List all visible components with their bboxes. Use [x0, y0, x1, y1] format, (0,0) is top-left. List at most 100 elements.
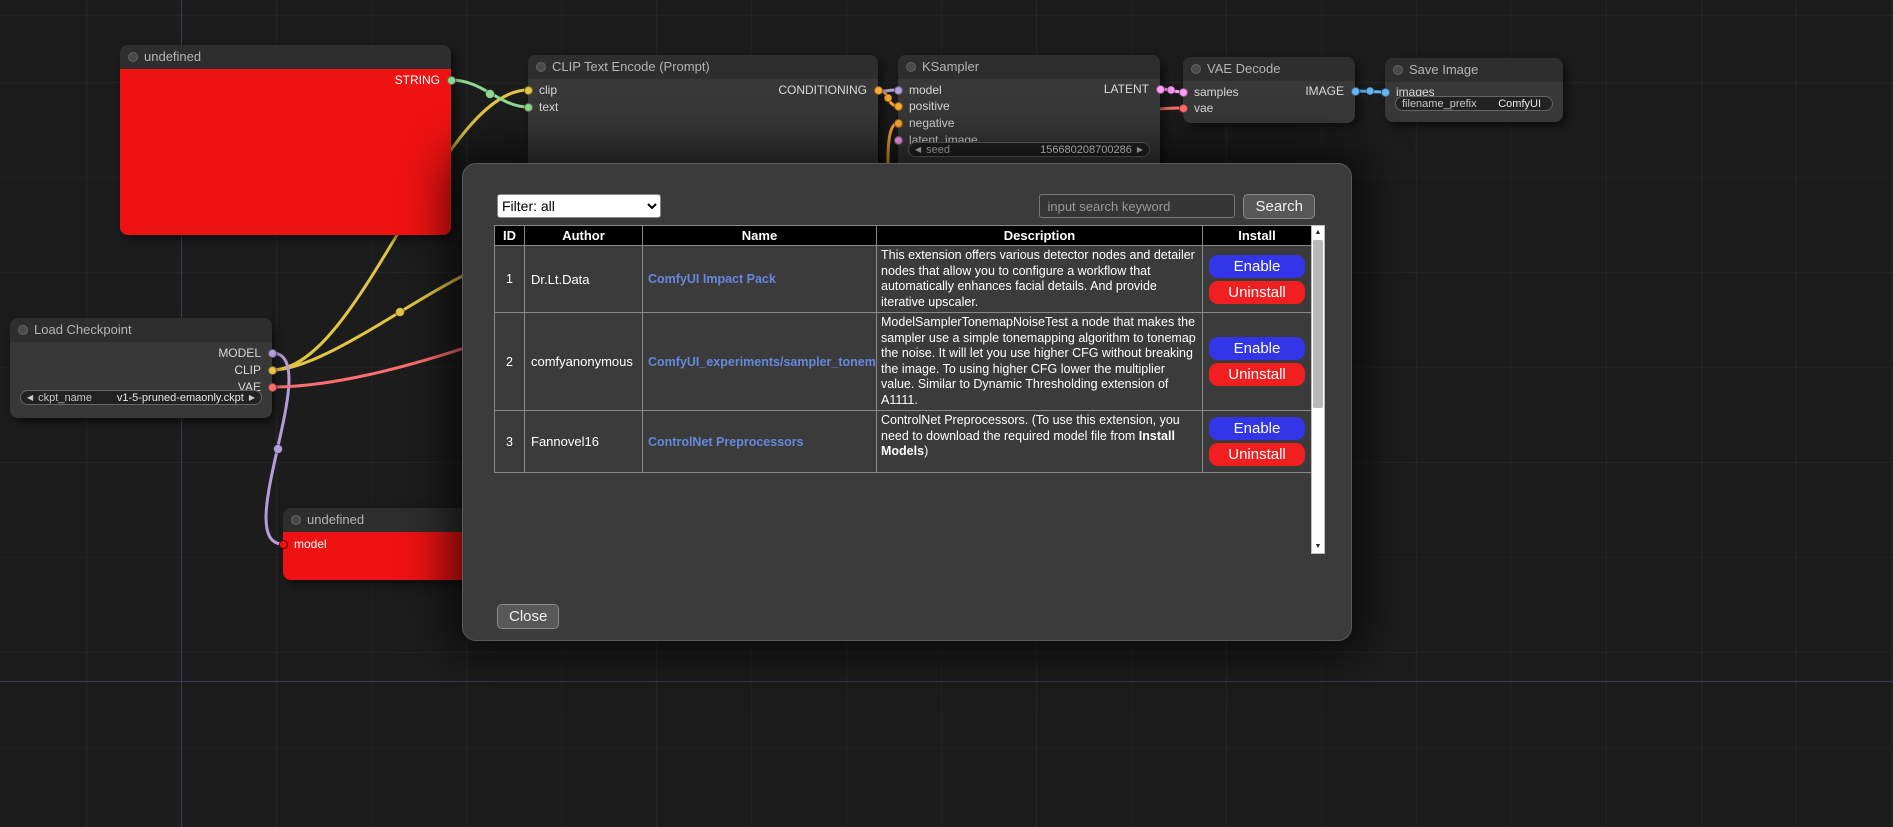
ckpt-name-widget[interactable]: ◀ ckpt_name v1-5-pruned-emaonly.ckpt ▶: [20, 390, 262, 405]
decrement-arrow-icon[interactable]: ◀: [915, 142, 921, 157]
extension-name-link[interactable]: ControlNet Preprocessors: [648, 435, 804, 449]
custom-nodes-manager-dialog: Filter: all Search ID Author Name Descri…: [462, 163, 1352, 641]
node-save-image[interactable]: Save Image images filename_prefix ComfyU…: [1385, 58, 1563, 122]
table-scrollbar[interactable]: ▲ ▼: [1311, 225, 1325, 554]
widget-value: v1-5-pruned-emaonly.ckpt: [117, 392, 244, 404]
node-undefined-top[interactable]: undefined STRING: [120, 45, 451, 235]
output-dot-latent[interactable]: [1156, 85, 1165, 94]
enable-button[interactable]: Enable: [1209, 337, 1305, 360]
link-dot: [274, 445, 283, 454]
node-title-bar[interactable]: VAE Decode: [1183, 57, 1355, 81]
collapse-dot-icon[interactable]: [1191, 64, 1201, 74]
input-label: model: [294, 537, 327, 551]
uninstall-button[interactable]: Uninstall: [1209, 281, 1305, 304]
output-dot-model[interactable]: [268, 349, 277, 358]
output-label: CLIP: [234, 363, 261, 377]
input-label: vae: [1194, 101, 1213, 115]
extension-description: ModelSamplerTonemapNoiseTest a node that…: [877, 313, 1203, 411]
node-title-bar[interactable]: undefined: [120, 45, 451, 69]
input-label: clip: [539, 83, 557, 97]
widget-label: ckpt_name: [38, 392, 92, 404]
uninstall-button[interactable]: Uninstall: [1209, 363, 1305, 386]
output-dot-clip[interactable]: [268, 366, 277, 375]
input-dot-text[interactable]: [524, 103, 533, 112]
input-dot-vae[interactable]: [1179, 104, 1188, 113]
header-name: Name: [643, 226, 877, 246]
node-title-bar[interactable]: CLIP Text Encode (Prompt): [528, 55, 878, 79]
widget-value: ComfyUI: [1498, 98, 1541, 110]
output-slot-latent: LATENT: [1104, 81, 1160, 97]
enable-button[interactable]: Enable: [1209, 255, 1305, 278]
output-dot-string[interactable]: [447, 76, 456, 85]
node-title: undefined: [144, 49, 201, 64]
input-label: model: [909, 83, 942, 97]
output-slot-conditioning: CONDITIONING: [778, 82, 878, 98]
extension-table-container: ID Author Name Description Install 1 Dr.…: [494, 225, 1325, 554]
output-slot-image: IMAGE: [1305, 83, 1355, 99]
decrement-arrow-icon[interactable]: ◀: [27, 390, 33, 405]
header-description: Description: [877, 226, 1203, 246]
node-title-bar[interactable]: KSampler: [898, 55, 1160, 79]
collapse-dot-icon[interactable]: [1393, 65, 1403, 75]
uninstall-button[interactable]: Uninstall: [1209, 443, 1305, 466]
output-dot-conditioning[interactable]: [874, 86, 883, 95]
close-button[interactable]: Close: [497, 604, 559, 629]
filter-select[interactable]: Filter: all: [497, 194, 661, 218]
output-slot-string: STRING: [395, 72, 451, 88]
node-load-checkpoint[interactable]: Load Checkpoint MODEL CLIP VAE ◀ ckpt_na…: [10, 318, 272, 418]
output-dot-image[interactable]: [1351, 87, 1360, 96]
input-dot-clip[interactable]: [524, 86, 533, 95]
node-title: CLIP Text Encode (Prompt): [552, 59, 710, 74]
input-slot-model: model: [898, 82, 942, 98]
output-label: MODEL: [218, 346, 261, 360]
collapse-dot-icon[interactable]: [291, 515, 301, 525]
seed-widget[interactable]: ◀ seed 156680208700286 ▶: [908, 142, 1150, 157]
collapse-dot-icon[interactable]: [536, 62, 546, 72]
input-slot-text: text: [528, 99, 558, 115]
extension-name-link[interactable]: ComfyUI Impact Pack: [648, 272, 776, 286]
input-dot-latent-image[interactable]: [894, 136, 903, 145]
node-vae-decode[interactable]: VAE Decode samples vae IMAGE: [1183, 57, 1355, 123]
link-dot: [1366, 87, 1374, 95]
output-dot-vae[interactable]: [268, 383, 277, 392]
collapse-dot-icon[interactable]: [18, 325, 28, 335]
node-title-bar[interactable]: Save Image: [1385, 58, 1563, 82]
extension-id: 3: [495, 411, 525, 473]
input-slot-vae: vae: [1183, 100, 1213, 116]
collapse-dot-icon[interactable]: [128, 52, 138, 62]
widget-value: 156680208700286: [1040, 144, 1132, 156]
extension-author: comfyanonymous: [525, 313, 643, 411]
node-title-bar[interactable]: Load Checkpoint: [10, 318, 272, 342]
widget-label: seed: [926, 144, 950, 156]
input-dot-model[interactable]: [894, 86, 903, 95]
increment-arrow-icon[interactable]: ▶: [1137, 142, 1143, 157]
extension-row: 3 Fannovel16 ControlNet Preprocessors Co…: [495, 411, 1312, 473]
header-author: Author: [525, 226, 643, 246]
scroll-down-icon[interactable]: ▼: [1312, 540, 1324, 553]
header-install: Install: [1203, 226, 1312, 246]
input-dot-model[interactable]: [279, 540, 288, 549]
input-label: positive: [909, 99, 950, 113]
input-dot-images[interactable]: [1381, 88, 1390, 97]
collapse-dot-icon[interactable]: [906, 62, 916, 72]
link-dot: [396, 308, 405, 317]
input-dot-samples[interactable]: [1179, 88, 1188, 97]
input-dot-positive[interactable]: [894, 102, 903, 111]
node-title: undefined: [307, 512, 364, 527]
output-label: IMAGE: [1305, 84, 1344, 98]
search-input[interactable]: [1039, 194, 1235, 218]
extension-row: 1 Dr.Lt.Data ComfyUI Impact Pack This ex…: [495, 246, 1312, 313]
enable-button[interactable]: Enable: [1209, 417, 1305, 440]
input-dot-negative[interactable]: [894, 119, 903, 128]
extension-author: Dr.Lt.Data: [525, 246, 643, 313]
extension-name-link[interactable]: ComfyUI_experiments/sampler_tonemap: [648, 355, 877, 369]
output-slot-clip: CLIP: [234, 362, 272, 378]
scroll-up-icon[interactable]: ▲: [1312, 226, 1324, 239]
scrollbar-thumb[interactable]: [1313, 240, 1323, 408]
filename-prefix-widget[interactable]: filename_prefix ComfyUI: [1395, 96, 1553, 111]
search-button[interactable]: Search: [1243, 194, 1315, 219]
increment-arrow-icon[interactable]: ▶: [249, 390, 255, 405]
table-header-row: ID Author Name Description Install: [495, 226, 1312, 246]
link-dot: [884, 94, 892, 102]
extension-table: ID Author Name Description Install 1 Dr.…: [494, 225, 1312, 473]
